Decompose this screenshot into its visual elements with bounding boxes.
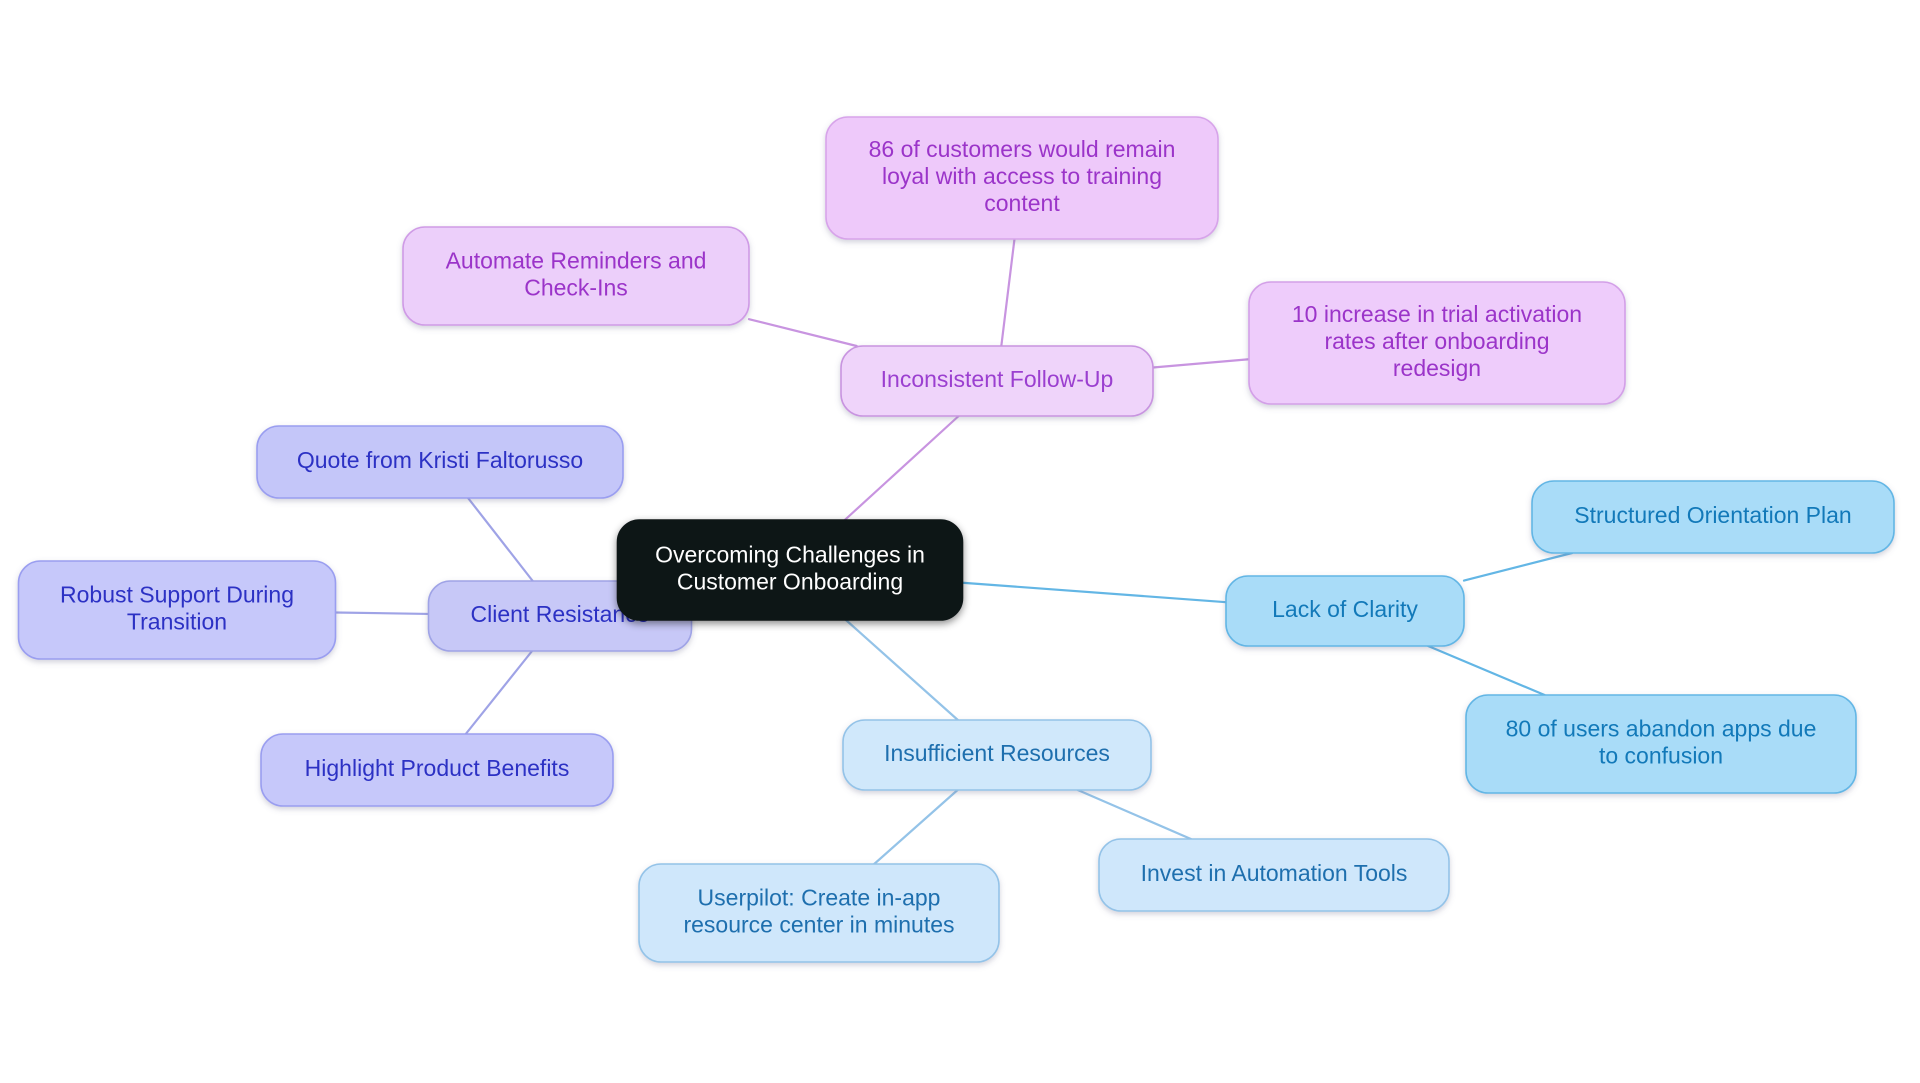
nodes-layer: 86 of customers would remain loyal with a… xyxy=(17,116,1895,963)
mindmap-edge xyxy=(1427,644,1546,697)
mindmap-node-structured-orientation[interactable]: Structured Orientation Plan xyxy=(1531,480,1895,554)
mindmap-node-stat-10-trial[interactable]: 10 increase in trial activation rates aft… xyxy=(1248,281,1626,405)
node-label: Overcoming Challenges in Customer Onboard… xyxy=(655,542,925,595)
mindmap-edge xyxy=(843,414,960,522)
node-label: Quote from Kristi Faltorusso xyxy=(297,447,583,473)
mindmap-node-stat-80-abandon[interactable]: 80 of users abandon apps due to confusion xyxy=(1465,694,1857,794)
node-label: Structured Orientation Plan xyxy=(1574,502,1851,528)
node-label: Lack of Clarity xyxy=(1272,596,1418,622)
mindmap-node-invest-automation-tools[interactable]: Invest in Automation Tools xyxy=(1098,838,1450,912)
mindmap-edge xyxy=(961,581,1228,604)
mindmap-edge xyxy=(466,496,534,583)
mindmap-node-automate-reminders[interactable]: Automate Reminders and Check-Ins xyxy=(402,226,750,326)
mindmap-node-quote-kristi[interactable]: Quote from Kristi Faltorusso xyxy=(256,425,624,499)
mindmap-node-root[interactable]: Overcoming Challenges in Customer Onboard… xyxy=(616,519,964,621)
mindmap-svg: 86 of customers would remain loyal with a… xyxy=(17,116,1895,963)
mindmap-edge xyxy=(334,611,430,616)
mindmap-edge xyxy=(1076,788,1192,841)
mindmap-edge xyxy=(464,649,534,736)
node-label: Userpilot: Create in-app resource center … xyxy=(683,885,954,938)
mindmap-node-lack-of-clarity[interactable]: Lack of Clarity xyxy=(1225,575,1465,647)
mindmap-node-robust-support[interactable]: Robust Support During Transition xyxy=(17,560,337,660)
node-label: Inconsistent Follow-Up xyxy=(881,366,1114,392)
node-label: Highlight Product Benefits xyxy=(305,755,570,781)
node-label: Invest in Automation Tools xyxy=(1141,860,1408,886)
mindmap-node-userpilot-resource-center[interactable]: Userpilot: Create in-app resource center … xyxy=(638,863,1000,963)
mindmap-canvas: 86 of customers would remain loyal with a… xyxy=(0,0,1920,1083)
mindmap-node-highlight-benefits[interactable]: Highlight Product Benefits xyxy=(260,733,614,807)
mindmap-node-insufficient-resources[interactable]: Insufficient Resources xyxy=(842,719,1152,791)
mindmap-edge xyxy=(1000,237,1016,348)
mindmap-edge xyxy=(1151,358,1251,369)
mindmap-edge xyxy=(844,618,959,722)
mindmap-node-inconsistent-follow-up[interactable]: Inconsistent Follow-Up xyxy=(840,345,1154,417)
mindmap-edge xyxy=(873,788,959,866)
mindmap-edge xyxy=(747,318,858,348)
mindmap-edge xyxy=(1462,551,1574,582)
node-label: Insufficient Resources xyxy=(884,740,1110,766)
mindmap-node-stat-86-loyal[interactable]: 86 of customers would remain loyal with a… xyxy=(825,116,1219,240)
